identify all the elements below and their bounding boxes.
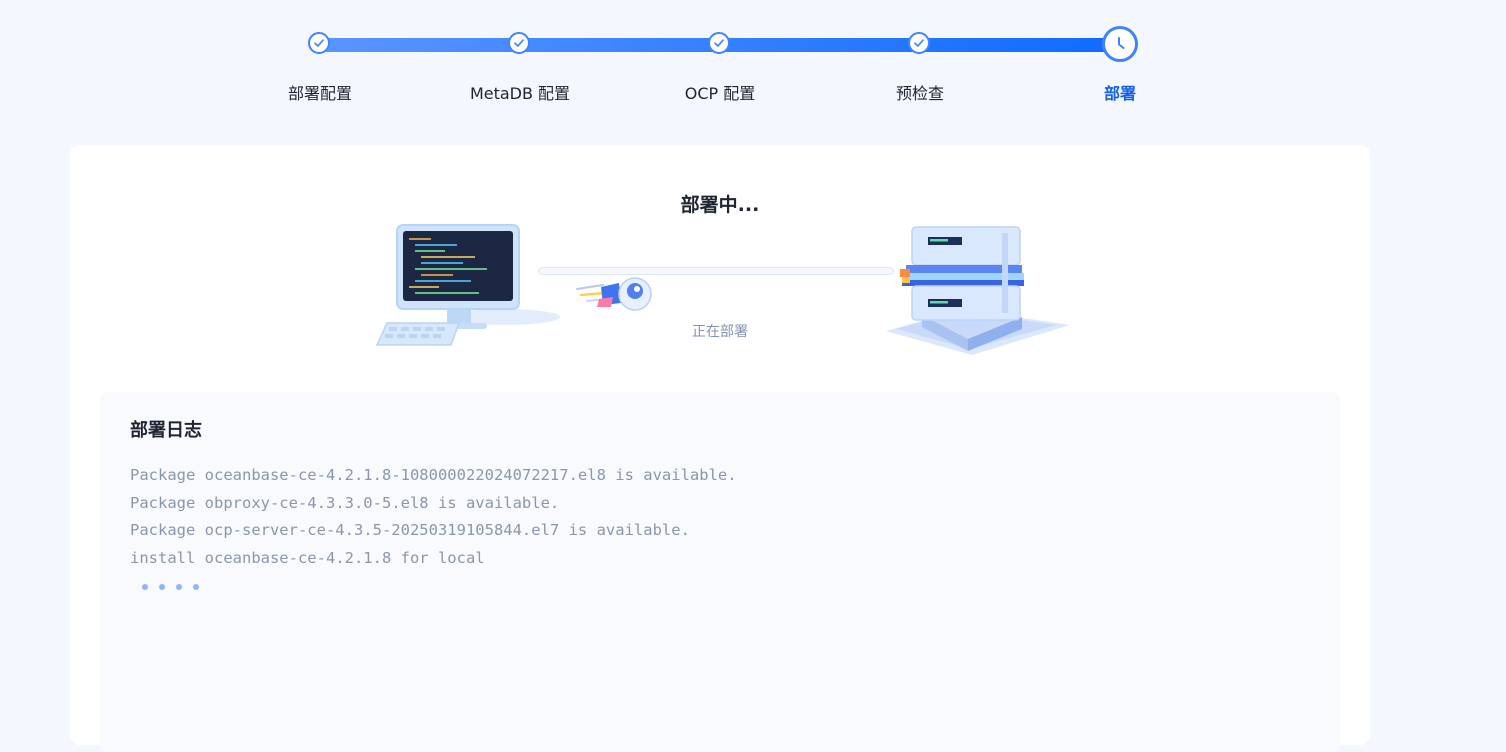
log-line: install oceanbase-ce-4.2.1.8 for local: [130, 548, 485, 567]
step-label-ocp-config: OCP 配置: [684, 84, 756, 103]
deploy-progress-bar: [538, 267, 894, 275]
deploy-stepper: 部署配置 MetaDB 配置 OCP 配置 预检查 部署: [0, 0, 1506, 120]
step-label-metadb-config: MetaDB 配置: [469, 84, 571, 103]
rocket-mascot-icon: [575, 275, 655, 315]
step-3-check-icon: [708, 32, 730, 54]
step-label-precheck: 预检查: [895, 84, 944, 103]
loading-dots-icon: [142, 584, 199, 590]
step-label-deploy-config: 部署配置: [287, 84, 352, 103]
step-4-check-icon: [908, 32, 930, 54]
deploy-card: 部署中... 正在部署 部署日志 Package oceanbase-ce-4.…: [70, 145, 1370, 752]
step-1-check-icon: [308, 32, 330, 54]
deploy-log-lines: Package oceanbase-ce-4.2.1.8-10800002202…: [130, 462, 737, 572]
log-line: Package oceanbase-ce-4.2.1.8-10800002202…: [130, 466, 737, 484]
step-5-clock-icon: [1102, 26, 1138, 62]
step-label-deploy: 部署: [1103, 84, 1136, 103]
step-2-check-icon: [508, 32, 530, 54]
deploy-status-text: 正在部署: [692, 324, 748, 340]
log-line: Package obproxy-ce-4.3.3.0-5.el8 is avai…: [130, 493, 560, 512]
deploy-log-panel: 部署日志 Package oceanbase-ce-4.2.1.8-108000…: [100, 392, 1340, 752]
deploy-status-title: 部署中...: [680, 194, 760, 216]
deploy-log-title: 部署日志: [130, 420, 202, 441]
log-line: Package ocp-server-ce-4.3.5-202503191058…: [130, 521, 690, 540]
